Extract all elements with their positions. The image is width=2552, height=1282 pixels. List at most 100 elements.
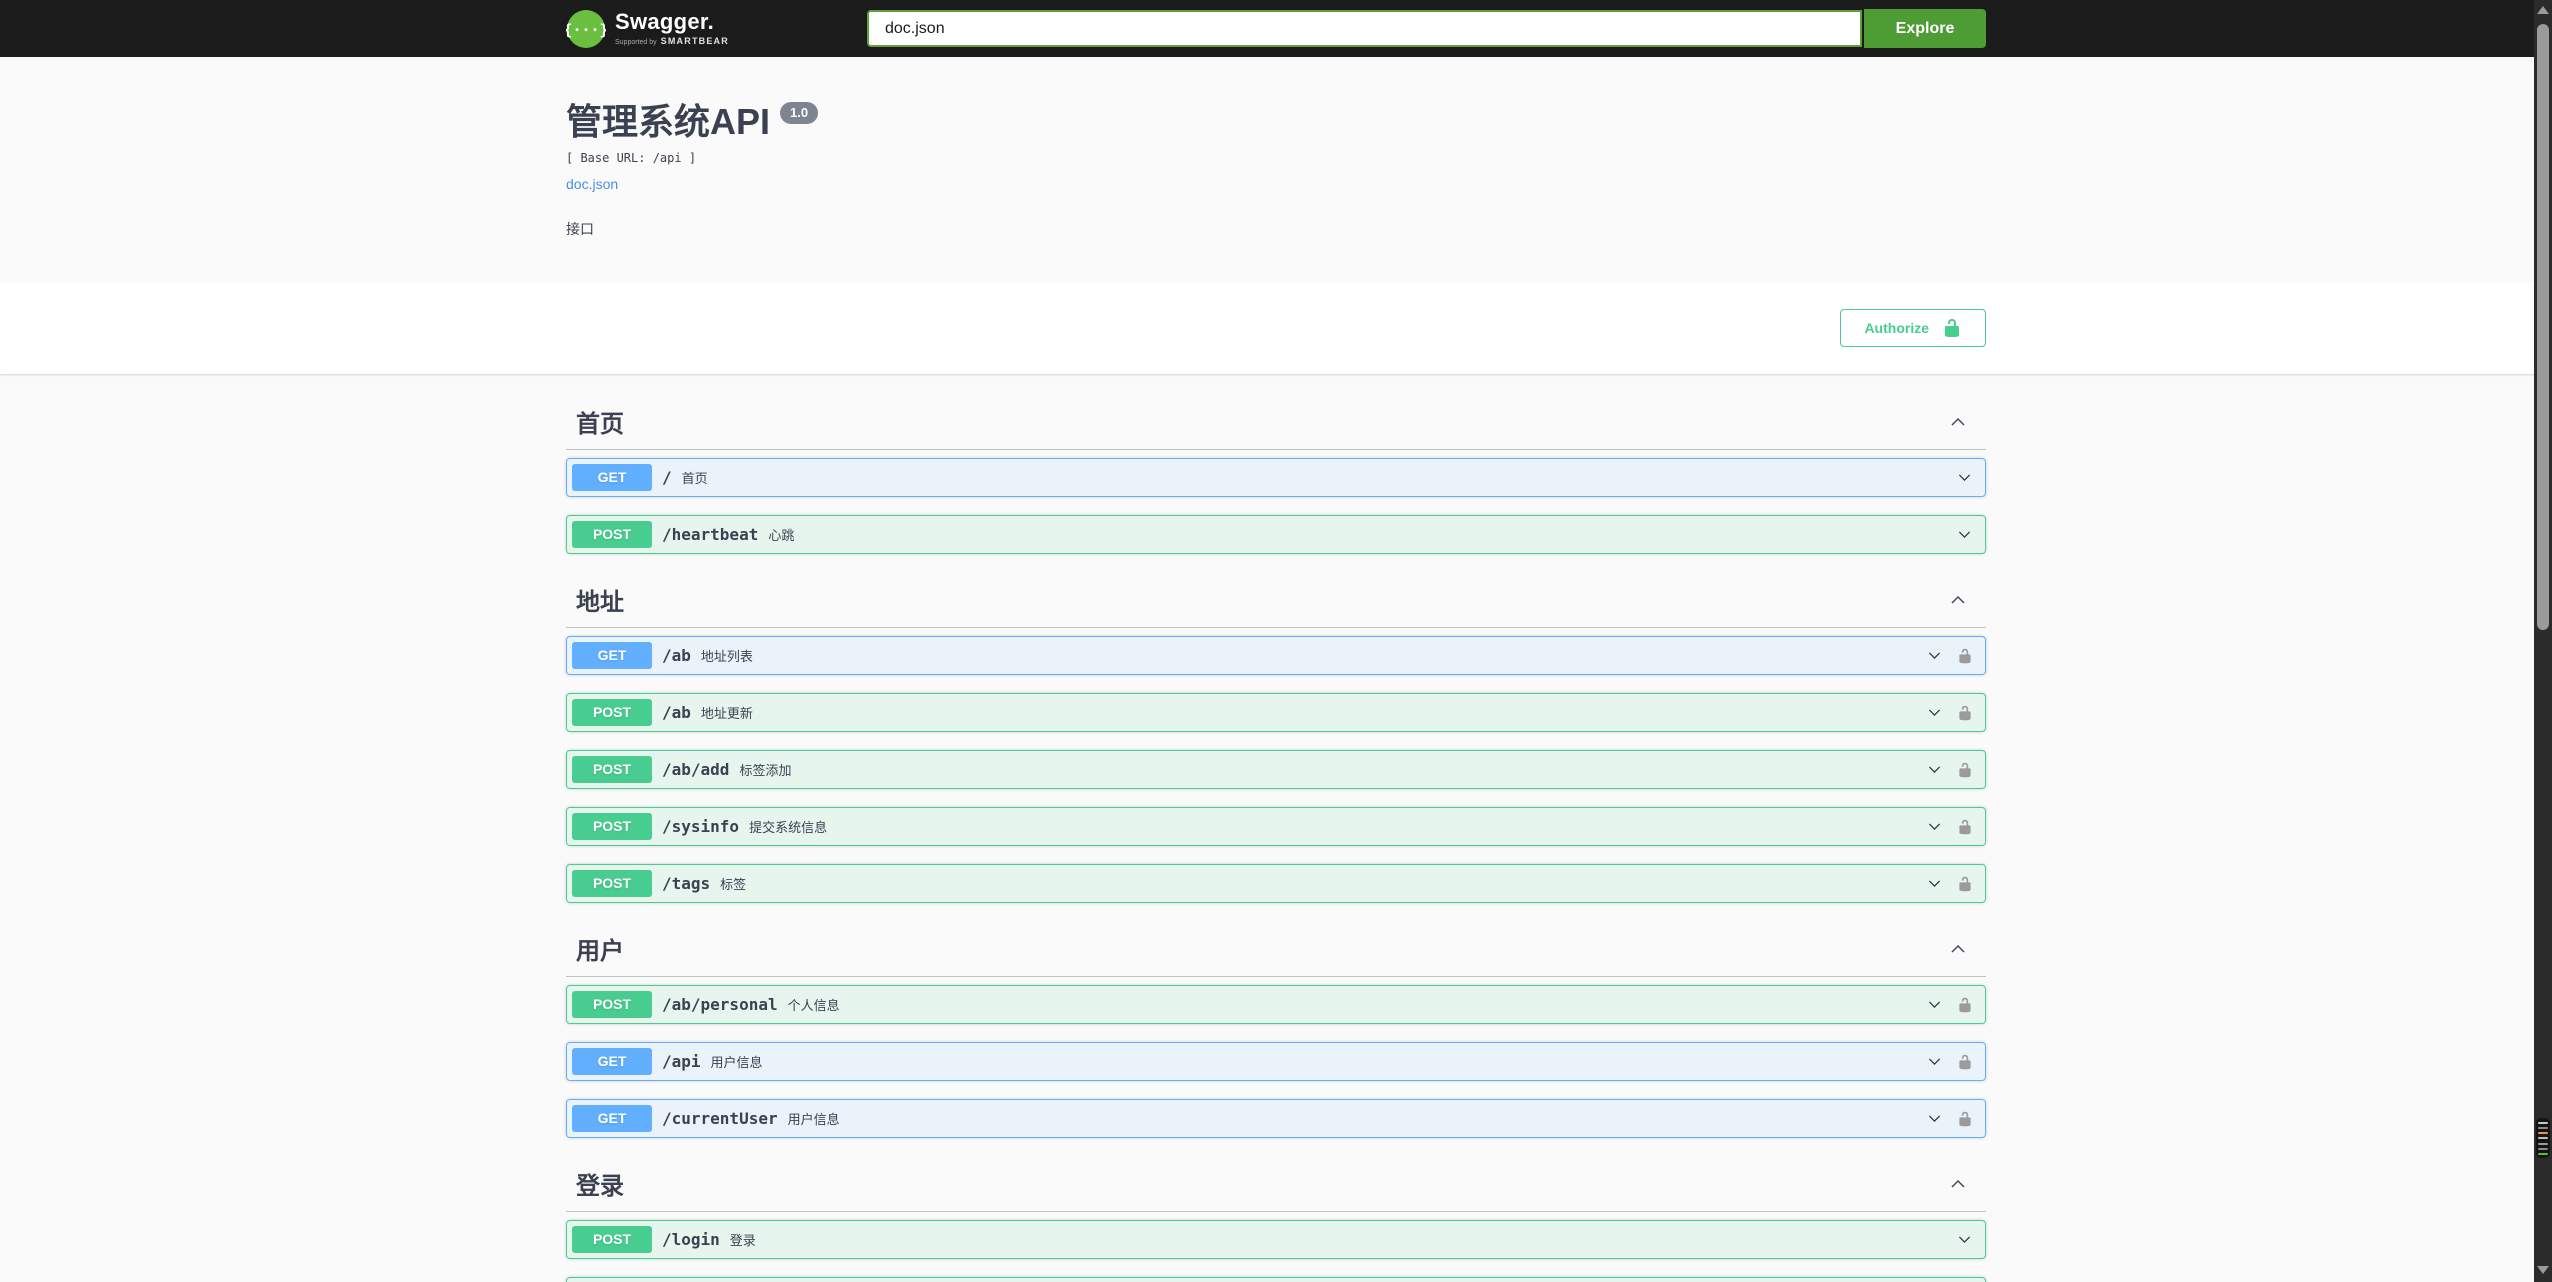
endpoint-path: /sysinfo xyxy=(662,817,740,836)
spec-url-input[interactable] xyxy=(867,10,1862,47)
chevron-down-icon[interactable] xyxy=(1926,818,1943,835)
method-badge: POST xyxy=(572,699,652,726)
chevron-down-icon[interactable] xyxy=(1926,704,1943,721)
api-section: 地址 GET /ab 地址列表 POST /ab 地址更新 POST /ab/a… xyxy=(566,572,1986,903)
endpoint-description: 地址更新 xyxy=(700,706,753,721)
section-header[interactable]: 地址 xyxy=(566,572,1986,628)
lock-icon[interactable] xyxy=(1957,819,1973,835)
row-icons xyxy=(1926,818,1973,835)
endpoint-row[interactable]: GET / 首页 xyxy=(566,458,1986,497)
method-badge: POST xyxy=(572,870,652,897)
chevron-down-icon[interactable] xyxy=(1956,526,1973,543)
endpoint-path: /currentUser xyxy=(662,1109,778,1128)
endpoint-summary-bar[interactable]: POST /sysinfo 提交系统信息 xyxy=(567,808,1985,845)
scroll-up-arrow[interactable] xyxy=(2537,6,2549,14)
row-icons xyxy=(1926,1110,1973,1127)
endpoint-description: 提交系统信息 xyxy=(749,820,828,835)
lock-icon[interactable] xyxy=(1957,705,1973,721)
swagger-logo[interactable]: {···} Swagger. Supported by SMARTBEAR xyxy=(566,9,729,49)
chevron-up-icon[interactable] xyxy=(1948,939,1968,959)
chevron-down-icon[interactable] xyxy=(1926,875,1943,892)
lock-icon[interactable] xyxy=(1957,762,1973,778)
row-icons xyxy=(1926,647,1973,664)
endpoint-description: 登录 xyxy=(729,1233,756,1248)
chevron-up-icon[interactable] xyxy=(1948,412,1968,432)
endpoint-row[interactable]: POST /login 登录 xyxy=(566,1220,1986,1259)
endpoint-path: /tags xyxy=(662,874,711,893)
scrollbar-thumb[interactable] xyxy=(2537,24,2549,630)
operations: 首页 GET / 首页 POST /heartbeat 心跳 地址 GET /a… xyxy=(0,374,2552,1282)
endpoint-description: 首页 xyxy=(681,471,708,486)
row-icons xyxy=(1956,469,1973,486)
endpoint-summary-bar[interactable]: POST /tags 标签 xyxy=(567,865,1985,902)
endpoint-summary-bar[interactable]: POST /ab 地址更新 xyxy=(567,694,1985,731)
scrollbar-track[interactable] xyxy=(2534,0,2552,1282)
endpoint-row[interactable]: GET /api 用户信息 xyxy=(566,1042,1986,1081)
scroll-down-arrow[interactable] xyxy=(2537,1266,2549,1274)
lock-icon[interactable] xyxy=(1957,997,1973,1013)
lock-icon[interactable] xyxy=(1957,648,1973,664)
endpoint-row[interactable]: POST /login/outLogin 退出登录 xyxy=(566,1277,1986,1282)
endpoint-summary-bar[interactable]: POST /login/outLogin 退出登录 xyxy=(567,1278,1985,1282)
api-section: 首页 GET / 首页 POST /heartbeat 心跳 xyxy=(566,394,1986,554)
endpoint-row[interactable]: POST /ab 地址更新 xyxy=(566,693,1986,732)
endpoint-path: /ab/personal xyxy=(662,995,778,1014)
chevron-down-icon[interactable] xyxy=(1926,647,1943,664)
method-badge: POST xyxy=(572,521,652,548)
svg-text:{···}: {···} xyxy=(566,21,606,39)
section-title: 地址 xyxy=(576,589,624,616)
endpoint-row[interactable]: POST /sysinfo 提交系统信息 xyxy=(566,807,1986,846)
endpoint-row[interactable]: POST /ab/add 标签添加 xyxy=(566,750,1986,789)
endpoint-summary-bar[interactable]: POST /ab/personal 个人信息 xyxy=(567,986,1985,1023)
chevron-down-icon[interactable] xyxy=(1926,1110,1943,1127)
endpoint-summary-bar[interactable]: POST /login 登录 xyxy=(567,1221,1985,1258)
endpoint-description: 地址列表 xyxy=(700,649,753,664)
chevron-up-icon[interactable] xyxy=(1948,590,1968,610)
endpoint-row[interactable]: GET /currentUser 用户信息 xyxy=(566,1099,1986,1138)
authorize-label: Authorize xyxy=(1864,320,1929,336)
endpoint-description: 用户信息 xyxy=(710,1055,763,1070)
section-title: 首页 xyxy=(576,411,624,438)
row-icons xyxy=(1926,761,1973,778)
row-icons xyxy=(1926,704,1973,721)
section-header[interactable]: 用户 xyxy=(566,921,1986,977)
endpoint-summary-bar[interactable]: GET /api 用户信息 xyxy=(567,1043,1985,1080)
section-header[interactable]: 登录 xyxy=(566,1156,1986,1212)
swagger-ui-page: {···} Swagger. Supported by SMARTBEAR Ex… xyxy=(0,0,2552,1282)
section-rows: POST /ab/personal 个人信息 GET /api 用户信息 GET… xyxy=(566,977,1986,1138)
endpoint-row[interactable]: POST /tags 标签 xyxy=(566,864,1986,903)
endpoint-path: /ab xyxy=(662,703,691,722)
endpoint-summary-bar[interactable]: GET / 首页 xyxy=(567,459,1985,496)
chevron-down-icon[interactable] xyxy=(1926,761,1943,778)
chevron-down-icon[interactable] xyxy=(1956,469,1973,486)
lock-icon[interactable] xyxy=(1957,1111,1973,1127)
spec-link[interactable]: doc.json xyxy=(566,176,618,192)
endpoint-row[interactable]: POST /ab/personal 个人信息 xyxy=(566,985,1986,1024)
endpoint-summary-bar[interactable]: POST /ab/add 标签添加 xyxy=(567,751,1985,788)
section-rows: GET / 首页 POST /heartbeat 心跳 xyxy=(566,450,1986,554)
endpoint-summary-bar[interactable]: POST /heartbeat 心跳 xyxy=(567,516,1985,553)
method-badge: POST xyxy=(572,991,652,1018)
section-header[interactable]: 首页 xyxy=(566,394,1986,450)
authorize-button[interactable]: Authorize xyxy=(1840,309,1986,347)
chevron-down-icon[interactable] xyxy=(1926,1053,1943,1070)
endpoint-row[interactable]: GET /ab 地址列表 xyxy=(566,636,1986,675)
endpoint-summary-bar[interactable]: GET /ab 地址列表 xyxy=(567,637,1985,674)
lock-icon[interactable] xyxy=(1957,876,1973,892)
endpoint-path: /ab xyxy=(662,646,691,665)
scrollbar-markers xyxy=(2536,1118,2550,1158)
brand-name: Swagger. xyxy=(615,9,714,34)
chevron-up-icon[interactable] xyxy=(1948,1174,1968,1194)
endpoint-path: / xyxy=(662,468,672,487)
chevron-down-icon[interactable] xyxy=(1956,1231,1973,1248)
endpoint-description: 用户信息 xyxy=(787,1112,840,1127)
endpoint-path: /api xyxy=(662,1052,701,1071)
endpoint-summary-bar[interactable]: GET /currentUser 用户信息 xyxy=(567,1100,1985,1137)
explore-button[interactable]: Explore xyxy=(1864,9,1986,48)
endpoint-description: 标签 xyxy=(720,877,747,892)
lock-icon[interactable] xyxy=(1957,1054,1973,1070)
base-url: [ Base URL: /api ] xyxy=(566,150,697,165)
endpoint-row[interactable]: POST /heartbeat 心跳 xyxy=(566,515,1986,554)
chevron-down-icon[interactable] xyxy=(1926,996,1943,1013)
section-title: 用户 xyxy=(576,938,624,965)
